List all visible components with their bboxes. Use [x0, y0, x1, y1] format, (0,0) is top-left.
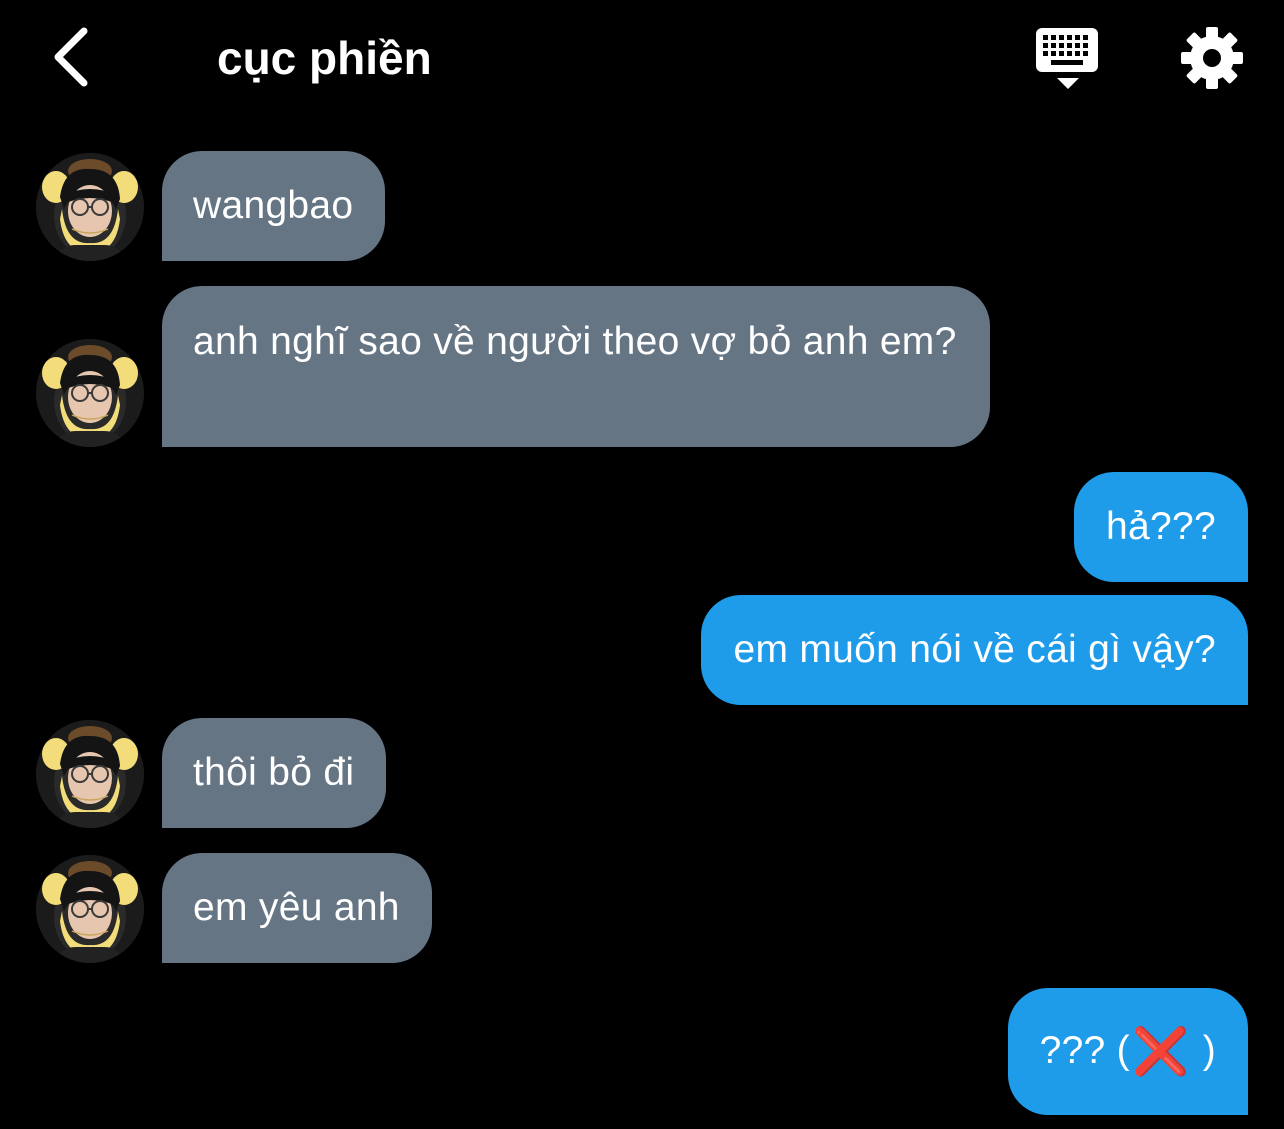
- gear-icon: [1181, 27, 1243, 89]
- message-text: anh nghĩ sao về người theo vợ bỏ anh em?: [193, 320, 957, 363]
- message-text: hả???: [1106, 505, 1216, 548]
- message-bubble-incoming[interactable]: em yêu anh: [162, 853, 432, 963]
- keyboard-button[interactable]: [1034, 26, 1102, 92]
- avatar-image: [36, 855, 144, 963]
- back-button[interactable]: [40, 22, 100, 92]
- cross-mark-icon: ❌: [1131, 1025, 1190, 1077]
- message-bubble-outgoing[interactable]: em muốn nói về cái gì vậy?: [701, 595, 1248, 705]
- contact-avatar[interactable]: [36, 153, 144, 261]
- message-bubble-incoming[interactable]: thôi bỏ đi: [162, 718, 387, 828]
- chat-title: cục phiền: [217, 32, 432, 84]
- message-bubble-incoming[interactable]: anh nghĩ sao về người theo vợ bỏ anh em?: [162, 286, 990, 447]
- message-text: em yêu anh: [193, 886, 400, 929]
- keyboard-icon: [1036, 28, 1098, 89]
- settings-button[interactable]: [1178, 24, 1246, 92]
- message-bubble-incoming[interactable]: wangbao: [162, 151, 386, 261]
- avatar-image: [36, 339, 144, 447]
- avatar-image: [36, 153, 144, 261]
- message-text: thôi bỏ đi: [193, 751, 355, 794]
- message-text-before: ??? (: [1039, 1029, 1130, 1072]
- message-text: em muốn nói về cái gì vậy?: [733, 628, 1216, 671]
- chevron-left-icon: [54, 27, 88, 87]
- contact-avatar[interactable]: [36, 339, 144, 447]
- message-text-after: ): [1191, 1029, 1216, 1072]
- message-bubble-outgoing[interactable]: ??? (❌ ): [1007, 988, 1248, 1115]
- avatar-image: [36, 720, 144, 828]
- chat-header: cục phiền: [0, 0, 1284, 115]
- message-text: wangbao: [193, 184, 354, 227]
- contact-avatar[interactable]: [36, 720, 144, 828]
- contact-avatar[interactable]: [36, 855, 144, 963]
- message-bubble-outgoing[interactable]: hả???: [1074, 472, 1248, 582]
